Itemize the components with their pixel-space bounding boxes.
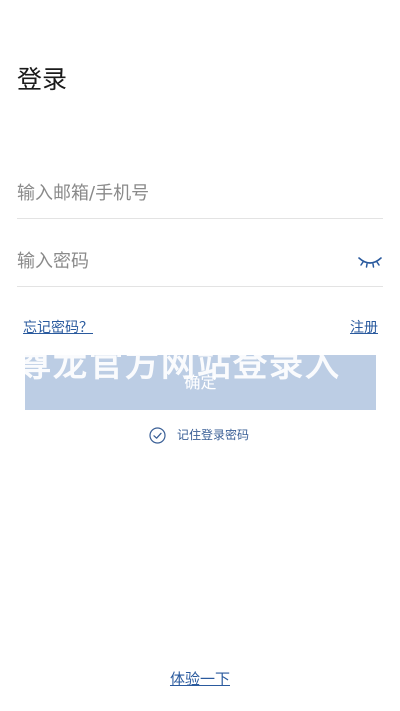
password-field	[17, 238, 383, 287]
trial-link-row: 体验一下	[0, 668, 400, 690]
remember-password-toggle[interactable]: 记住登录密码	[149, 425, 249, 445]
check-circle-icon	[149, 426, 166, 444]
account-field	[17, 170, 383, 219]
trial-link[interactable]: 体验一下	[170, 670, 230, 688]
password-input[interactable]	[17, 238, 347, 284]
remember-password-label: 记住登录密码	[177, 428, 250, 442]
auth-links: 忘记密码？ 注册	[23, 318, 378, 338]
confirm-button[interactable]: 尊龙官方网站登录入 确定	[25, 355, 376, 410]
forgot-password-link[interactable]: 忘记密码？	[23, 318, 93, 338]
account-input[interactable]	[17, 170, 347, 216]
register-link[interactable]: 注册	[350, 318, 378, 338]
eye-closed-icon[interactable]	[357, 250, 383, 272]
page-title: 登录	[17, 65, 68, 94]
confirm-label: 确定	[184, 375, 217, 392]
